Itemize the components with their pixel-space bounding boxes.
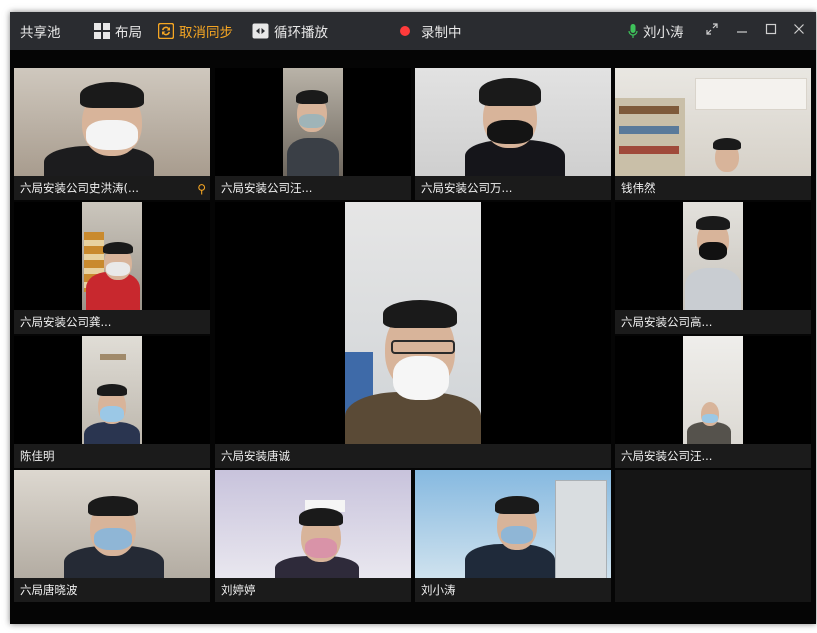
video-tile[interactable]: 六局安装公司龚... (14, 202, 210, 334)
video-feed (14, 68, 210, 176)
video-feed (82, 336, 142, 444)
user-name: 刘小涛 (643, 25, 684, 41)
video-feed (615, 68, 811, 176)
participant-name: 六局安装公司汪... (615, 444, 811, 468)
video-tile[interactable]: 刘婷婷 (215, 470, 411, 602)
pin-icon[interactable]: ⚲ (197, 182, 206, 196)
video-tile[interactable]: 钱伟然 (615, 68, 811, 200)
layout-label: 布局 (115, 25, 142, 41)
microphone-icon (628, 23, 638, 38)
recording-dot-icon (400, 26, 410, 36)
video-tile[interactable]: 六局安装公司高... (615, 202, 811, 334)
video-feed (345, 202, 481, 444)
participant-name: 六局安装公司高... (615, 310, 811, 334)
fullscreen-button[interactable] (702, 19, 722, 39)
video-feed (82, 202, 142, 310)
maximize-icon (765, 23, 777, 35)
unsync-label: 取消同步 (179, 25, 233, 41)
participant-name: 六局安装公司万... (415, 176, 611, 200)
participant-name: 刘小涛 (415, 578, 611, 602)
video-feed (683, 202, 743, 310)
video-feed (14, 470, 210, 578)
app-name: 共享池 (20, 25, 61, 41)
video-grid: 六局安装公司史洪涛(... ⚲ 六局安装公司汪... 六局安装公司万... 钱伟… (10, 50, 816, 624)
participant-name: 六局唐晓波 (14, 578, 210, 602)
video-feed (415, 68, 611, 176)
current-user: 刘小涛 (628, 12, 684, 50)
participant-name: 钱伟然 (615, 176, 811, 200)
video-feed (683, 336, 743, 444)
video-tile[interactable]: 六局安装公司汪... (615, 336, 811, 468)
loop-play-button[interactable]: 循环播放 (252, 12, 328, 50)
video-tile[interactable]: 陈佳明 (14, 336, 210, 468)
participant-name: 六局安装公司史洪涛(... (14, 176, 210, 200)
participant-name: 六局安装公司龚... (14, 310, 210, 334)
expand-icon (706, 23, 718, 35)
empty-tile (615, 470, 811, 602)
video-tile[interactable]: 六局安装公司万... (415, 68, 611, 200)
loop-play-label: 循环播放 (274, 25, 328, 41)
video-tile[interactable]: 刘小涛 (415, 470, 611, 602)
recording-label: 录制中 (421, 25, 462, 41)
video-tile[interactable]: 六局唐晓波 (14, 470, 210, 602)
sync-icon (158, 23, 174, 39)
meeting-window: 共享池 布局 取消同步 循环播放 录制中 刘小涛 六局安装公司史洪涛(... ⚲… (10, 12, 816, 624)
close-button[interactable] (789, 19, 809, 39)
video-tile[interactable]: 六局安装公司史洪涛(... ⚲ (14, 68, 210, 200)
grid-icon (94, 23, 110, 39)
loop-play-icon (252, 23, 269, 39)
unsync-button[interactable]: 取消同步 (158, 12, 233, 50)
minimize-button[interactable] (732, 19, 752, 39)
video-feed (415, 470, 611, 578)
video-tile[interactable]: 六局安装公司汪... (215, 68, 411, 200)
participant-name: 六局安装唐诚 (215, 444, 611, 468)
layout-button[interactable]: 布局 (94, 12, 142, 50)
participant-name: 六局安装公司汪... (215, 176, 411, 200)
recording-status[interactable]: 录制中 (400, 12, 462, 50)
minimize-icon (737, 31, 747, 33)
video-feed (283, 68, 343, 176)
participant-name: 陈佳明 (14, 444, 210, 468)
video-feed (215, 470, 411, 578)
close-icon (794, 24, 804, 34)
maximize-button[interactable] (761, 19, 781, 39)
participant-name: 刘婷婷 (215, 578, 411, 602)
video-tile-featured[interactable]: 六局安装唐诚 (215, 202, 611, 468)
title-bar: 共享池 布局 取消同步 循环播放 录制中 刘小涛 (10, 12, 816, 50)
